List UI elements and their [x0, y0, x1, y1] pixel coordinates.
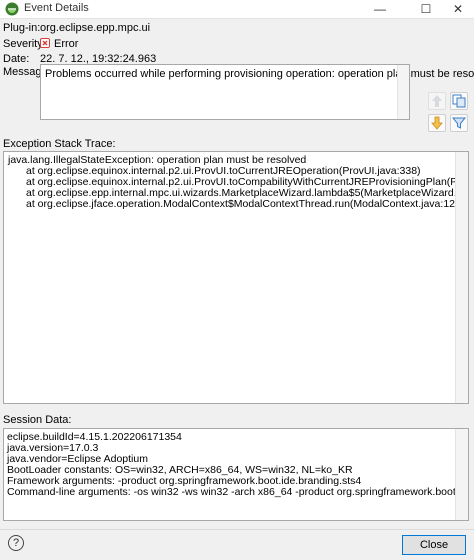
window-title: Event Details	[24, 2, 89, 14]
copy-button[interactable]	[450, 92, 468, 110]
date-label: Date:	[3, 53, 30, 65]
error-icon	[40, 38, 50, 48]
close-window-button[interactable]: ✕	[442, 0, 474, 18]
stack-trace-line: at org.eclipse.jface.operation.ModalCont…	[26, 198, 465, 210]
stack-trace-scrollbar[interactable]	[455, 152, 468, 403]
filter-button[interactable]	[450, 114, 468, 132]
severity-value: Error	[54, 38, 79, 50]
stack-trace-textbox[interactable]: java.lang.IllegalStateException: operati…	[3, 151, 469, 404]
help-icon: ?	[12, 537, 20, 549]
session-data-textbox[interactable]: eclipse.buildId=4.15.1.202206171354 java…	[3, 428, 469, 521]
stack-trace-label: Exception Stack Trace:	[3, 138, 116, 150]
session-data-label: Session Data:	[3, 414, 72, 426]
session-data-line: Command-line arguments: -os win32 -ws wi…	[7, 486, 468, 498]
title-bar: Event Details — ☐ ✕	[0, 0, 474, 19]
message-scrollbar[interactable]	[397, 65, 409, 119]
maximize-button[interactable]: ☐	[410, 0, 442, 18]
eclipse-icon	[5, 2, 19, 16]
copy-icon	[452, 94, 466, 108]
close-button[interactable]: Close	[402, 535, 466, 555]
filter-icon	[451, 117, 467, 129]
next-entry-button[interactable]	[428, 114, 446, 132]
previous-entry-button[interactable]	[428, 92, 446, 110]
help-button[interactable]: ?	[8, 535, 24, 551]
up-arrow-icon	[432, 95, 442, 107]
minimize-button[interactable]: —	[364, 0, 396, 18]
session-data-scrollbar[interactable]	[455, 429, 468, 520]
message-text: Problems occurred while performing provi…	[45, 68, 474, 80]
plugin-label: Plug-in:	[3, 22, 41, 34]
down-arrow-icon	[431, 116, 443, 130]
message-textbox[interactable]: Problems occurred while performing provi…	[40, 64, 474, 120]
footer-divider	[0, 529, 474, 530]
plugin-value: org.eclipse.epp.mpc.ui	[40, 22, 151, 34]
